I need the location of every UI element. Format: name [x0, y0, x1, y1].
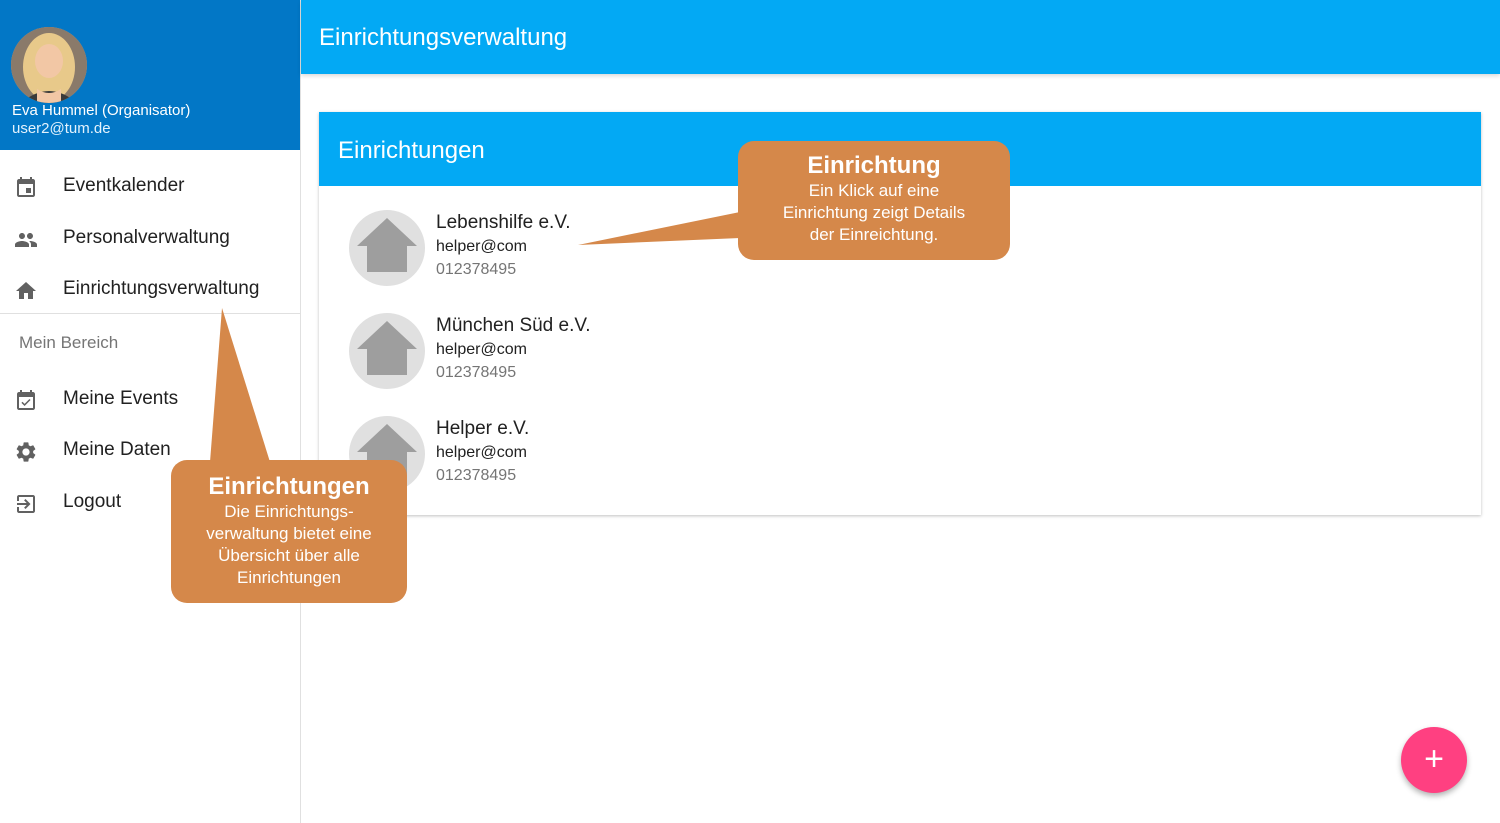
- sidebar: Eva Hummel (Organisator) user2@tum.de Ev…: [0, 0, 301, 823]
- callout-line: Übersicht über alle: [218, 546, 360, 565]
- home-icon: [349, 210, 425, 286]
- list-item-phone: 012378495: [436, 364, 517, 381]
- callout-title: Einrichtungen: [208, 473, 370, 500]
- add-einrichtung-button[interactable]: +: [1401, 727, 1467, 793]
- callout-line: der Einreichtung.: [809, 225, 939, 244]
- logout-icon: [17, 495, 35, 513]
- user-name: Eva Hummel (Organisator): [12, 102, 191, 119]
- home-icon: [16, 282, 36, 299]
- callout-line: Einrichtungen: [237, 568, 341, 587]
- page-title: Einrichtungsverwaltung: [319, 24, 568, 51]
- list-item-title: München Süd e.V.: [436, 315, 591, 336]
- callout-line: Die Einrichtungs-: [224, 502, 354, 521]
- calendar-icon: [17, 177, 35, 197]
- callout-einrichtungen: Einrichtungen Die Einrichtungs- verwaltu…: [171, 460, 407, 603]
- list-item-phone: 012378495: [436, 467, 517, 484]
- nav-item-personalverwaltung[interactable]: Personalverwaltung: [0, 214, 300, 264]
- nav-item-eventkalender[interactable]: Eventkalender: [0, 162, 300, 212]
- user-email: user2@tum.de: [12, 120, 111, 137]
- gear-icon: [16, 442, 36, 462]
- nav-item-label: Personalverwaltung: [63, 227, 230, 248]
- callout-line: verwaltung bietet eine: [206, 524, 372, 543]
- nav-item-einrichtungsverwaltung[interactable]: Einrichtungsverwaltung: [0, 265, 300, 315]
- list-item[interactable]: München Süd e.V. helper@com 012378495: [319, 313, 1481, 413]
- list-item-title: Helper e.V.: [436, 418, 530, 439]
- app-bar: Einrichtungsverwaltung: [301, 0, 1500, 74]
- list-item-phone: 012378495: [436, 261, 517, 278]
- nav-item-label: Logout: [63, 491, 122, 512]
- avatar[interactable]: [11, 27, 87, 103]
- nav-item-label: Meine Daten: [63, 439, 171, 460]
- callout-einrichtung: Einrichtung Ein Klick auf eine Einrichtu…: [738, 141, 1010, 260]
- subheader-mein-bereich: Mein Bereich: [19, 333, 119, 352]
- calendar-check-icon: [17, 390, 35, 410]
- nav-item-label: Meine Events: [63, 388, 179, 409]
- callout-line: Einrichtung zeigt Details: [782, 203, 966, 222]
- list-item[interactable]: Helper e.V. helper@com 012378495: [319, 416, 1481, 516]
- nav-item-meine-events[interactable]: Meine Events: [0, 375, 300, 425]
- callout-line: Ein Klick auf eine: [808, 181, 940, 200]
- people-icon: [15, 233, 37, 247]
- divider: [0, 313, 300, 314]
- card-title: Einrichtungen: [338, 137, 485, 164]
- list-item-email: helper@com: [436, 341, 527, 358]
- callout-title: Einrichtung: [807, 152, 941, 179]
- list-item-email: helper@com: [436, 444, 527, 461]
- list-item-email: helper@com: [436, 238, 527, 255]
- nav-item-label: Einrichtungsverwaltung: [63, 278, 260, 299]
- home-icon: [349, 313, 425, 389]
- nav-item-label: Eventkalender: [63, 175, 185, 196]
- sidebar-header: Eva Hummel (Organisator) user2@tum.de: [0, 0, 300, 150]
- list-item-title: Lebenshilfe e.V.: [436, 212, 571, 233]
